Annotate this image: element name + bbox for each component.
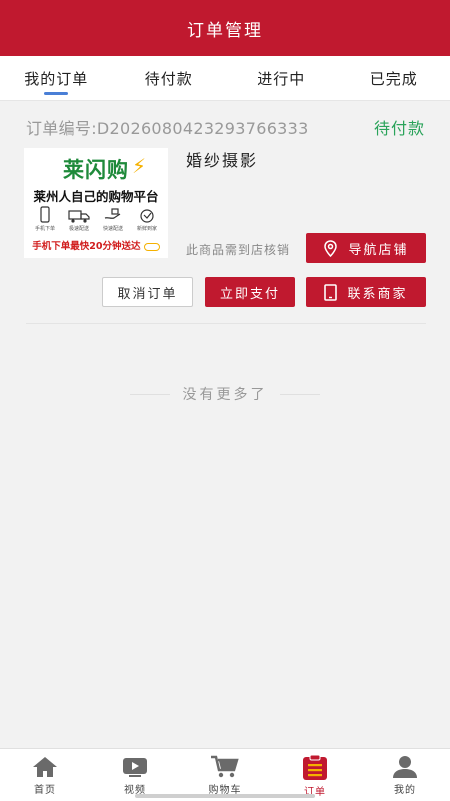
location-pin-icon xyxy=(323,240,338,257)
pill-shape xyxy=(144,243,160,251)
tabbar-item-me[interactable]: 我的 xyxy=(360,749,450,801)
navigate-store-button[interactable]: 导航店铺 xyxy=(306,233,426,263)
home-indicator xyxy=(135,794,315,798)
no-more-text: 没有更多了 xyxy=(0,384,450,404)
user-icon xyxy=(391,755,419,779)
tab-in-progress[interactable]: 进行中 xyxy=(225,56,338,100)
order-status-badge: 待付款 xyxy=(374,115,425,139)
product-image-tagline: 手机下单最快20分钟送达 xyxy=(24,238,168,252)
tab-completed[interactable]: 已完成 xyxy=(338,56,450,100)
order-number: 订单编号:D2026080423293766333 xyxy=(26,115,309,139)
fresh-produce-icon: 新鲜到家 xyxy=(132,206,162,236)
lightning-icon: ⚡ xyxy=(132,154,146,178)
tab-pending-payment[interactable]: 待付款 xyxy=(113,56,226,100)
order-icon xyxy=(301,755,329,781)
tab-my-orders[interactable]: 我的订单 xyxy=(0,56,113,100)
home-icon xyxy=(31,755,59,779)
verify-note: 此商品需到店核销 xyxy=(186,241,290,258)
delivery-hand-icon: 快速配送 xyxy=(98,206,128,236)
app-header: 订单管理 xyxy=(0,0,450,56)
pay-now-button[interactable]: 立即支付 xyxy=(205,277,295,307)
product-image-icons: 手机下单 极速配送 快速配送 新鲜到家 xyxy=(30,206,162,236)
cart-icon xyxy=(210,755,240,779)
truck-icon: 极速配送 xyxy=(64,206,94,236)
contact-merchant-button[interactable]: 联系商家 xyxy=(306,277,426,307)
tabbar-item-home[interactable]: 首页 xyxy=(0,749,90,801)
page-title: 订单管理 xyxy=(187,16,263,41)
product-image-slogan: 莱州人自己的购物平台 xyxy=(24,186,168,205)
video-icon xyxy=(121,755,149,779)
product-name[interactable]: 婚纱摄影 xyxy=(186,147,258,171)
phone-icon xyxy=(324,284,337,301)
order-tabs: 我的订单 待付款 进行中 已完成 xyxy=(0,56,450,101)
phone-icon: 手机下单 xyxy=(30,206,60,236)
cancel-order-button[interactable]: 取消订单 xyxy=(102,277,193,307)
card-divider xyxy=(26,323,426,324)
product-image[interactable]: 莱闪购 ⚡ 莱州人自己的购物平台 手机下单 极速配送 快速配送 新鲜到家 手机下… xyxy=(24,148,168,258)
product-image-brand: 莱闪购 xyxy=(24,154,168,184)
